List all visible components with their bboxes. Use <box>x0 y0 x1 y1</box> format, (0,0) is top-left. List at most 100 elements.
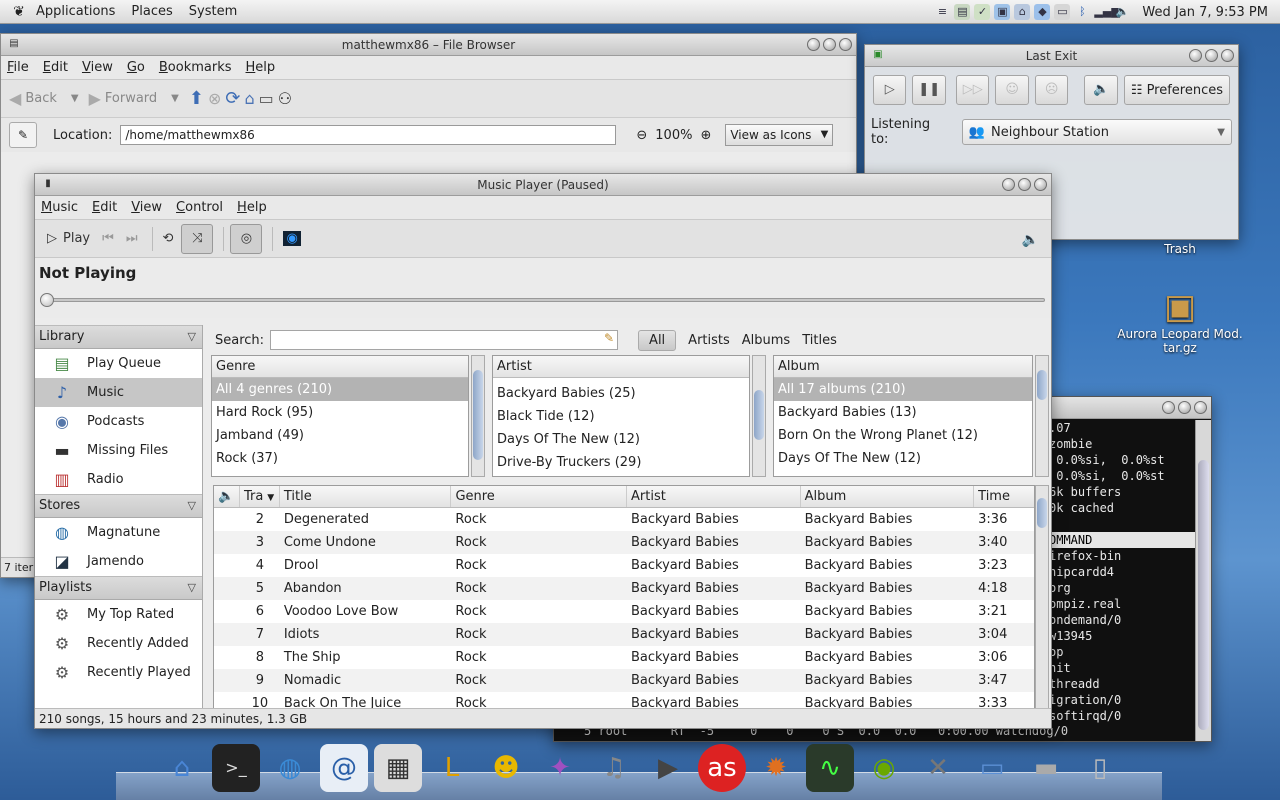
volume-icon[interactable]: 🔈 <box>1022 232 1039 248</box>
volume-icon[interactable]: 🔈 <box>1114 4 1130 20</box>
video-editor-icon[interactable]: ▶ <box>644 744 692 792</box>
ban-button[interactable]: ☹ <box>1034 75 1069 105</box>
table-row[interactable]: 3 Come Undone Rock Backyard Babies Backyard … <box>214 531 1034 554</box>
shuffle-button[interactable]: ⤨ <box>181 223 214 254</box>
menu-music[interactable]: Music <box>41 200 78 215</box>
browse-button[interactable]: ◎ <box>230 223 263 254</box>
maximize-button[interactable] <box>1018 178 1031 191</box>
playlists-header[interactable]: Playlists ▽ <box>35 576 202 600</box>
playing-column-header[interactable]: 🔈 <box>214 486 240 507</box>
music-player-app-icon[interactable]: ▮ <box>41 177 55 191</box>
computer-icon[interactable]: ▭ <box>259 89 274 108</box>
seek-slider[interactable] <box>40 293 1045 307</box>
monitor-icon[interactable]: ▤ <box>954 4 971 20</box>
filter-artists-button[interactable]: Artists <box>688 333 730 348</box>
menu-go[interactable]: Go <box>127 60 145 75</box>
visualizer-button[interactable]: ◉ <box>279 224 304 254</box>
list-item[interactable]: Days Of The New (12) <box>774 447 1032 470</box>
table-row[interactable]: 9 Nomadic Rock Backyard Babies Backyard Babi… <box>214 669 1034 692</box>
filter-all-button[interactable]: All <box>638 329 677 351</box>
next-button[interactable]: ⏭ <box>122 224 142 254</box>
trash-desktop-icon[interactable]: Trash <box>1150 222 1210 256</box>
list-item[interactable]: Drive-By Truckers (29) <box>493 451 749 474</box>
sidebar-item-missing-files[interactable]: ▬ Missing Files <box>35 436 202 465</box>
last-exit-titlebar[interactable]: ▣ Last Exit <box>865 45 1238 67</box>
sidebar-item-music[interactable]: ♪ Music <box>35 378 202 407</box>
maximize-button[interactable] <box>1205 49 1218 62</box>
track-scrollbar[interactable] <box>1035 485 1049 711</box>
table-row[interactable]: 8 The Ship Rock Backyard Babies Backyard Bab… <box>214 646 1034 669</box>
menu-edit[interactable]: Edit <box>92 200 117 215</box>
terminal-scroll-thumb[interactable] <box>1198 460 1209 730</box>
sidebar-item-play-queue[interactable]: ▤ Play Queue <box>35 349 202 378</box>
terminal-output[interactable]: .07 zombie 0.0%si, 0.0%st 0.0%si, 0.0%st… <box>1049 420 1197 741</box>
back-history-icon[interactable]: ▼ <box>71 93 79 104</box>
collapse-triangle-icon[interactable]: ▽ <box>188 577 196 599</box>
sidebar-item-my-top-rated[interactable]: ⚙ My Top Rated <box>35 600 202 629</box>
table-row[interactable]: 6 Voodoo Love Bow Rock Backyard Babies Backy… <box>214 600 1034 623</box>
album-header[interactable]: Album <box>774 356 1032 378</box>
lastfm-icon[interactable]: as <box>698 744 746 792</box>
menu-file[interactable]: File <box>7 60 29 75</box>
network-icon[interactable]: ▣ <box>994 4 1011 20</box>
list-item[interactable]: Black Tide (12) <box>493 405 749 428</box>
skip-button[interactable]: ▷▷ <box>955 75 990 105</box>
system-menu[interactable]: System <box>189 4 237 19</box>
seek-knob[interactable] <box>40 293 54 307</box>
close-button[interactable] <box>1221 49 1234 62</box>
list-item[interactable]: Born On the Wrong Planet (12) <box>774 424 1032 447</box>
minimize-button[interactable] <box>1002 178 1015 191</box>
menu-edit[interactable]: Edit <box>43 60 68 75</box>
preferences-button[interactable]: ☷ Preferences <box>1123 75 1231 105</box>
menu-icon[interactable]: ≡ <box>934 4 950 20</box>
genre-scrollbar[interactable] <box>471 355 485 477</box>
calculator-icon[interactable]: ▦ <box>374 744 422 792</box>
station-select[interactable]: 👥 Neighbour Station ▼ <box>961 119 1232 145</box>
collapse-triangle-icon[interactable]: ▽ <box>188 326 196 348</box>
places-menu[interactable]: Places <box>131 4 172 19</box>
repeat-button[interactable]: ⟲ <box>159 224 178 254</box>
artist-header[interactable]: Artist <box>493 356 749 378</box>
up-arrow-icon[interactable]: ⬆ <box>189 88 204 109</box>
display-icon[interactable]: ▭ <box>1054 4 1071 20</box>
collapse-triangle-icon[interactable]: ▽ <box>188 495 196 517</box>
last-exit-app-icon[interactable]: ▣ <box>871 48 885 62</box>
edit-location-icon[interactable]: ✎ <box>9 122 37 148</box>
artist-scroll-thumb[interactable] <box>754 390 764 440</box>
music-player-titlebar[interactable]: ▮ Music Player (Paused) <box>35 174 1051 196</box>
list-item[interactable]: Jamband (49) <box>212 424 468 447</box>
library-header[interactable]: Library ▽ <box>35 325 202 349</box>
sidebar-item-jamendo[interactable]: ◪ Jamendo <box>35 547 202 576</box>
maximize-button[interactable] <box>1178 401 1191 414</box>
album-scroll-thumb[interactable] <box>1037 370 1047 400</box>
search-binoculars-icon[interactable]: ⚇ <box>278 89 292 108</box>
menu-bookmarks[interactable]: Bookmarks <box>159 60 232 75</box>
applications-menu[interactable]: Applications <box>36 4 115 19</box>
address-book-icon[interactable]: @ <box>320 744 368 792</box>
list-item[interactable]: Days Of The New (12) <box>493 428 749 451</box>
messenger-icon[interactable]: ☻ <box>482 744 530 792</box>
maximize-button[interactable] <box>823 38 836 51</box>
location-input[interactable]: /home/matthewmx86 <box>120 125 617 145</box>
column-header-time[interactable]: Time <box>974 486 1034 507</box>
terminal-scrollbar[interactable] <box>1195 420 1211 741</box>
close-button[interactable] <box>1034 178 1047 191</box>
table-row[interactable]: 5 Abandon Rock Backyard Babies Backyard Babi… <box>214 577 1034 600</box>
artist-scrollbar[interactable] <box>752 355 766 477</box>
home-icon[interactable]: ⌂ <box>244 89 254 108</box>
list-item[interactable]: Hard Rock (95) <box>212 401 468 424</box>
home-folder-icon[interactable]: ⌂ <box>158 744 206 792</box>
burner-icon[interactable]: ✹ <box>752 744 800 792</box>
close-button[interactable] <box>839 38 852 51</box>
filter-albums-button[interactable]: Albums <box>742 333 790 348</box>
track-scroll-thumb[interactable] <box>1037 498 1047 528</box>
column-header-title[interactable]: Title <box>280 486 452 507</box>
genre-scroll-thumb[interactable] <box>473 370 483 460</box>
menu-help[interactable]: Help <box>237 200 267 215</box>
archive-desktop-icon[interactable]: ▣ Aurora Leopard Mod. tar.gz <box>1112 287 1248 355</box>
list-item[interactable]: Backyard Babies (13) <box>774 401 1032 424</box>
sidebar-item-recently-added[interactable]: ⚙ Recently Added <box>35 629 202 658</box>
update-icon[interactable]: ◆ <box>1034 4 1051 20</box>
microphone-icon[interactable]: ♫ <box>590 744 638 792</box>
minimize-button[interactable] <box>1162 401 1175 414</box>
